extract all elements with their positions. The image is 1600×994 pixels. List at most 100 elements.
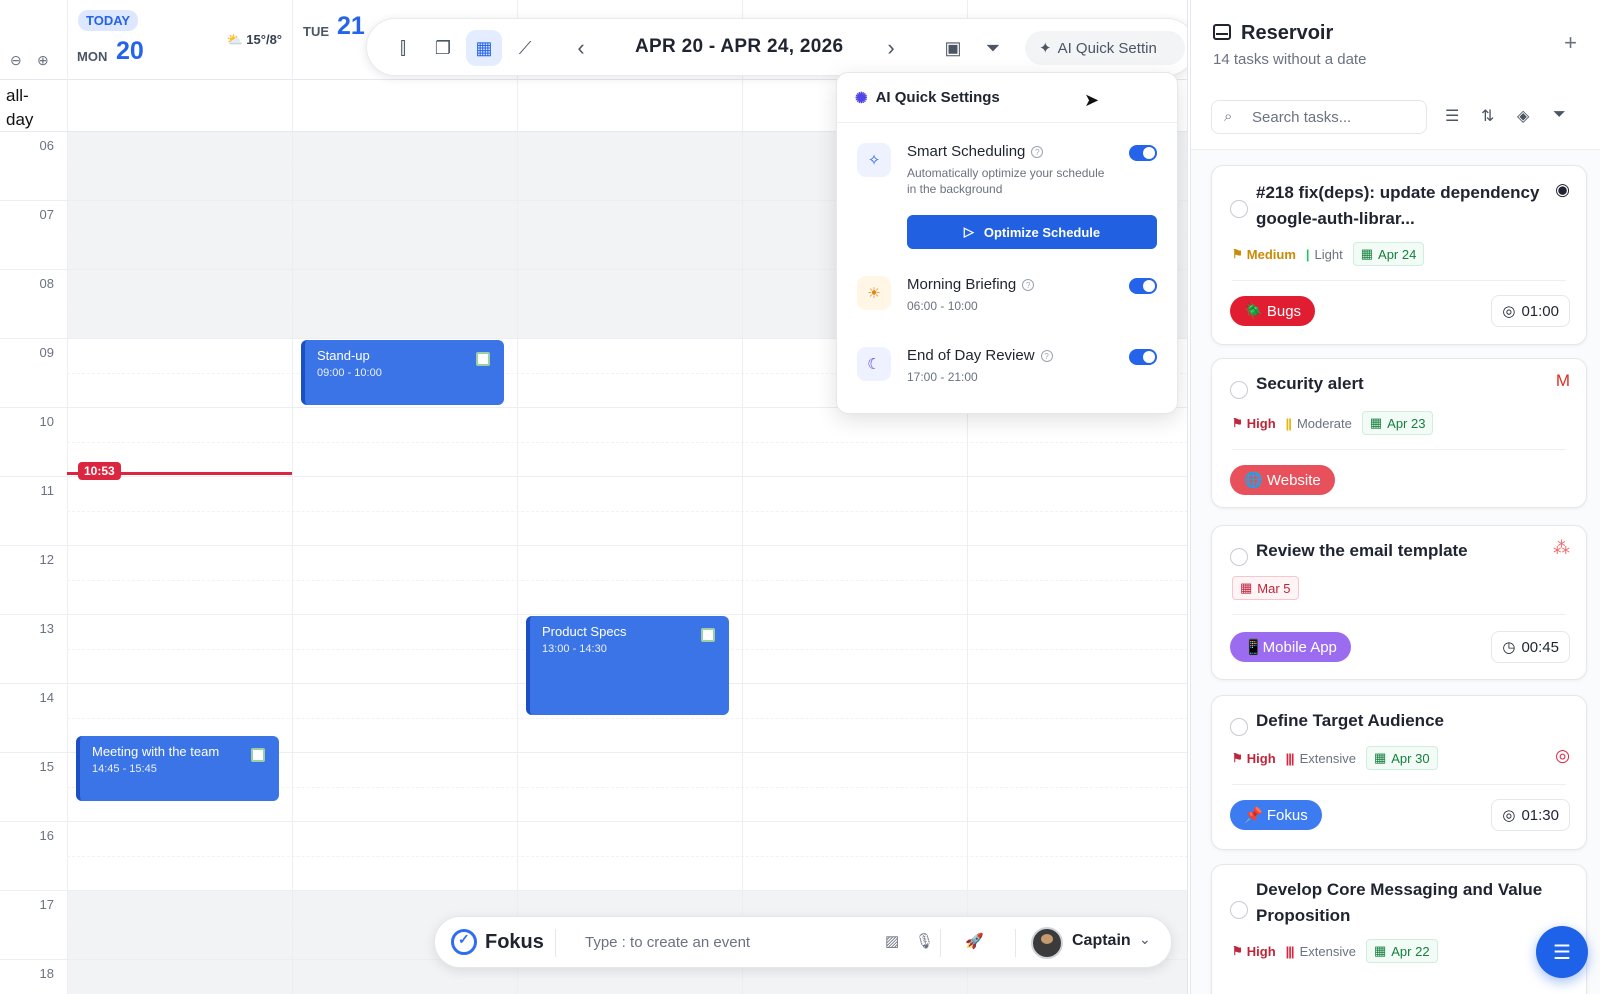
project-tag[interactable]: 📱Mobile App (1230, 632, 1351, 662)
setting-title: Smart Scheduling? (907, 143, 1044, 160)
ai-quick-settings-button[interactable]: ✦ AI Quick Settin (1025, 31, 1185, 65)
microphone-icon[interactable]: 🎙 (915, 932, 934, 950)
morning-briefing-setting: ☀ Morning Briefing? 06:00 - 10:00 (857, 276, 1157, 320)
effort: || Moderate (1285, 415, 1352, 431)
due-date-chip[interactable]: ▦ Apr 30 (1365, 746, 1438, 770)
event-stand-up[interactable]: Stand-up 09:00 - 10:00 (301, 340, 504, 405)
next-week-button[interactable]: › (873, 30, 909, 66)
avatar[interactable] (1031, 927, 1063, 959)
event-time: 14:45 - 15:45 (92, 763, 157, 775)
setting-time: 06:00 - 10:00 (907, 299, 978, 313)
setting-title: Morning Briefing? (907, 276, 1035, 293)
clock-icon: ◷ (1502, 639, 1516, 656)
task-checkbox[interactable] (1230, 548, 1248, 566)
project-tag[interactable]: 🌐 Website (1230, 465, 1335, 495)
task-title: Define Target Audience (1256, 711, 1444, 730)
task-checkbox[interactable] (1230, 718, 1248, 736)
zoom-out-icon[interactable]: ⊖ (10, 52, 22, 69)
copy-icon[interactable]: ❐ (425, 30, 461, 66)
morning-briefing-toggle[interactable] (1129, 278, 1157, 294)
add-task-icon[interactable]: + (1564, 30, 1577, 56)
analytics-chart-icon[interactable]: ⟋ (507, 30, 543, 66)
weather-forecast: ⛅ 15°/8° (226, 32, 283, 47)
task-title: Review the email template (1256, 541, 1468, 560)
zoom-in-icon[interactable]: ⊕ (37, 52, 49, 69)
event-time: 13:00 - 14:30 (542, 643, 607, 655)
task-checkbox[interactable] (1230, 381, 1248, 399)
priority: ⚑ High (1232, 750, 1276, 766)
column-divider (292, 132, 293, 994)
day-header-mon[interactable]: TODAY MON 20 ⛅ 15°/8° (67, 0, 292, 80)
effort: ||| Extensive (1285, 943, 1356, 959)
task-checkbox[interactable] (1230, 200, 1248, 218)
sort-icon[interactable]: ⇅ (1481, 106, 1494, 126)
gmail-icon: M (1555, 371, 1570, 390)
hour-row: 11 (0, 477, 1187, 546)
calendar-view-icon[interactable]: ▦ (466, 30, 502, 66)
due-date-chip[interactable]: ▦ Mar 5 (1232, 576, 1299, 600)
priority: ⚑ High (1232, 415, 1276, 431)
event-product-specs[interactable]: Product Specs 13:00 - 14:30 (526, 616, 729, 715)
task-meta: ⚑ High ||| Extensive ▦ Apr 22 (1232, 939, 1438, 963)
due-date-chip[interactable]: ▦ Apr 24 (1352, 242, 1425, 266)
divider (1232, 449, 1566, 450)
ai-quick-settings-label: AI Quick Settin (1057, 39, 1157, 57)
task-card[interactable]: #218 fix(deps): update dependency google… (1211, 165, 1587, 345)
task-checkbox[interactable] (1230, 901, 1248, 919)
project-tag[interactable]: 📌 Fokus (1230, 800, 1322, 830)
task-card[interactable]: Define Target Audience ⚑ High ||| Extensiv… (1211, 695, 1587, 850)
today-calendar-icon[interactable]: ▣ (935, 30, 971, 66)
previous-week-button[interactable]: ‹ (563, 30, 599, 66)
task-card[interactable]: Review the email template ⁂ ▦ Mar 5 📱Mobi… (1211, 525, 1587, 680)
divider (1232, 280, 1566, 281)
filter-icon[interactable]: ⏷ (1553, 106, 1566, 124)
priority: ⚑ Medium (1232, 246, 1296, 262)
hour-row: 10 (0, 408, 1187, 477)
column-divider (67, 132, 68, 994)
hour-row: 12 (0, 546, 1187, 615)
hour-label: 13 (39, 621, 54, 636)
rocket-icon[interactable]: 🚀 (965, 932, 984, 950)
chevron-down-icon[interactable]: ⌄ (1139, 931, 1151, 948)
project-tag[interactable]: 🪲 Bugs (1230, 296, 1316, 326)
event-command-input[interactable]: Type : to create an event (585, 934, 750, 951)
divider (1232, 784, 1566, 785)
help-icon[interactable]: ? (1022, 279, 1035, 291)
end-of-day-review-toggle[interactable] (1129, 349, 1157, 365)
inbox-icon (1213, 24, 1231, 40)
app-root: ⊖ ⊕ TODAY MON 20 ⛅ 15°/8° TUE 21 all-day (0, 0, 1600, 994)
help-icon[interactable]: ? (1040, 350, 1053, 362)
date-range-label: APR 20 - APR 24, 2026 (635, 36, 844, 57)
sparkles-icon: ✧ (857, 143, 891, 177)
reservoir-panel: Reservoir 14 tasks without a date + ⌕ Se… (1190, 0, 1600, 994)
due-date-chip[interactable]: ▦ Apr 22 (1365, 939, 1438, 963)
task-title: Develop Core Messaging and Value Proposi… (1256, 880, 1543, 925)
sparkles-icon: ✦ (1039, 40, 1052, 57)
smart-scheduling-toggle[interactable] (1129, 145, 1157, 161)
brand[interactable]: Fokus (451, 929, 544, 955)
task-card[interactable]: Security alert M ⚑ High || Moderate ▦ Apr 2… (1211, 358, 1587, 508)
hour-label: 07 (39, 207, 54, 222)
event-meeting-with-team[interactable]: Meeting with the team 14:45 - 15:45 (76, 736, 279, 801)
optimize-schedule-button[interactable]: ▷ Optimize Schedule (907, 215, 1157, 249)
calendar-icon: ▦ (1373, 943, 1387, 958)
task-card[interactable]: Develop Core Messaging and Value Proposi… (1211, 864, 1587, 994)
due-date-chip[interactable]: ▦ Apr 23 (1361, 411, 1434, 435)
duration-chip[interactable]: ◎ 01:00 (1491, 295, 1570, 327)
duration-chip[interactable]: ◎ 01:30 (1491, 799, 1570, 831)
setting-title: End of Day Review? (907, 347, 1053, 364)
filter-icon[interactable]: ⏷ (975, 30, 1011, 66)
help-icon[interactable]: ? (1031, 146, 1044, 158)
kanban-view-icon[interactable]: ⫿ (385, 30, 421, 66)
chat-bubble-icon[interactable]: ☰ (1536, 926, 1588, 978)
group-icon[interactable]: ☰ (1445, 106, 1459, 126)
image-icon[interactable]: ▨ (885, 932, 899, 950)
task-search-input[interactable]: ⌕ Search tasks... (1211, 100, 1427, 134)
duration-chip[interactable]: ◷ 00:45 (1491, 631, 1570, 663)
user-name[interactable]: Captain (1072, 932, 1131, 950)
column-divider (292, 80, 293, 131)
command-bar: Fokus Type : to create an event ▨ 🎙 🚀 Ca… (434, 916, 1172, 968)
day-number: 20 (116, 37, 144, 65)
layers-icon[interactable]: ◈ (1517, 106, 1529, 126)
divider (555, 929, 556, 957)
